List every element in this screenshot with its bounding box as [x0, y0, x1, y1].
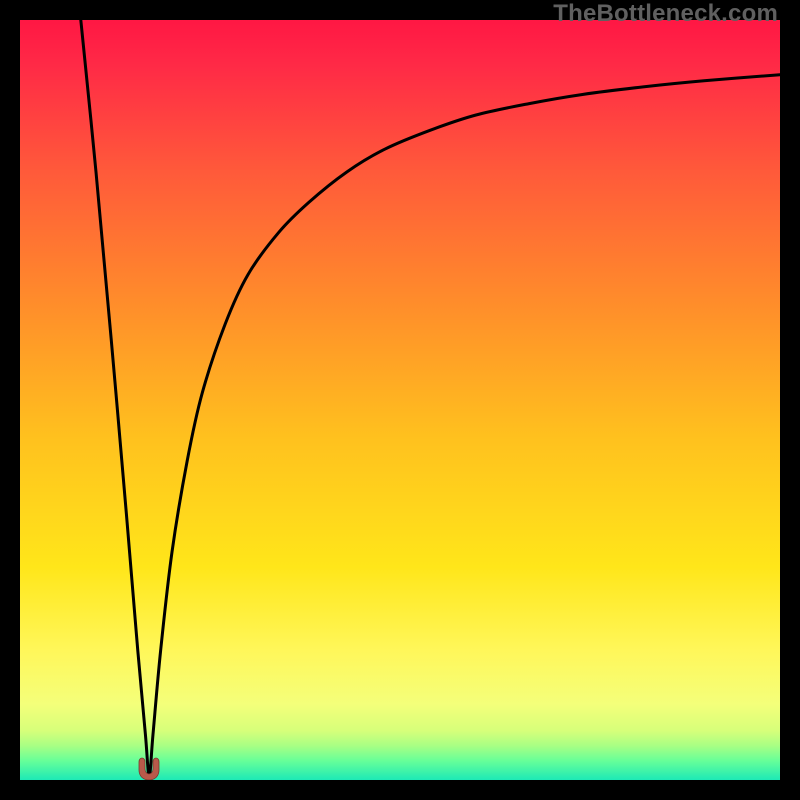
chart-frame: TheBottleneck.com: [0, 0, 800, 800]
bottleneck-curve: [20, 20, 780, 780]
plot-area: [20, 20, 780, 780]
optimum-marker-icon: [136, 756, 162, 780]
watermark-text: TheBottleneck.com: [553, 0, 778, 28]
